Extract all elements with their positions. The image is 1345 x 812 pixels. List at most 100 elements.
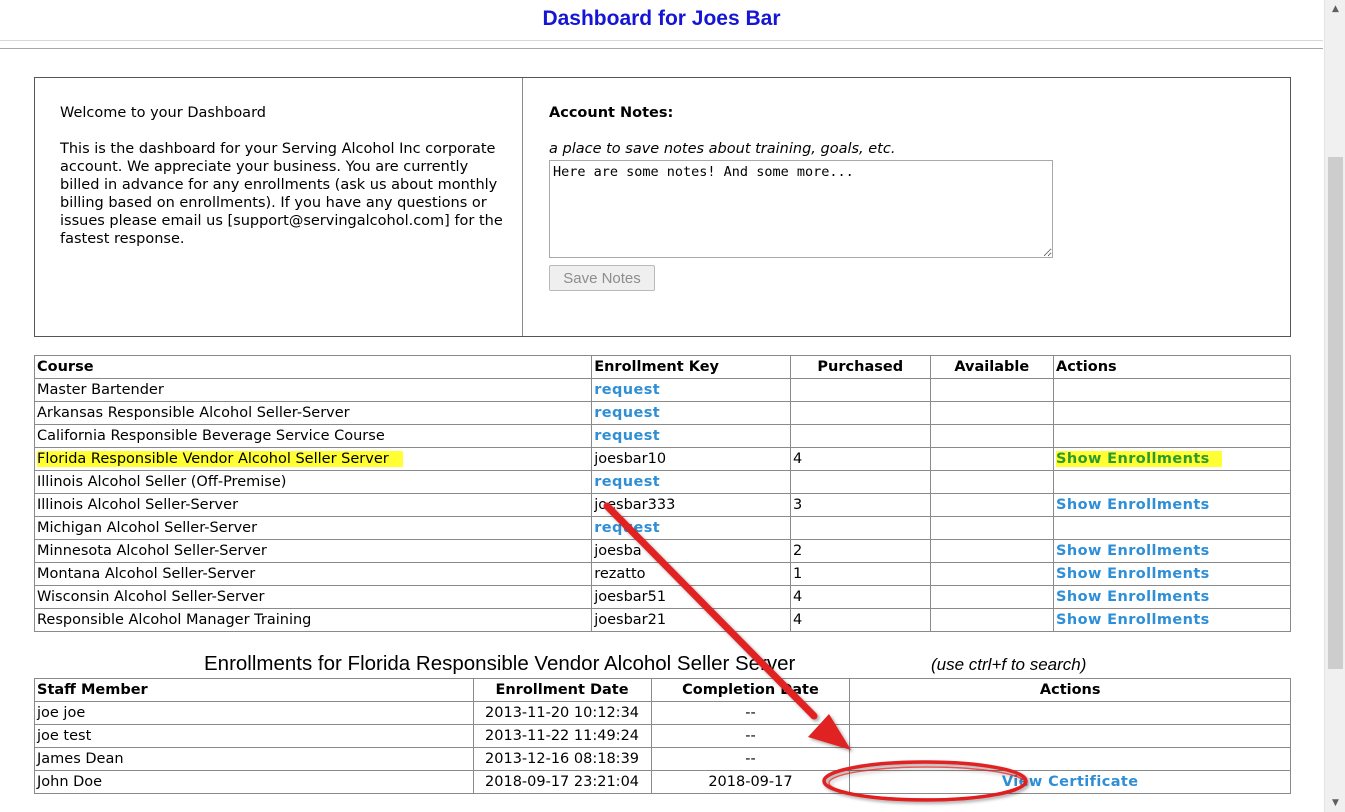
column-header-staff-member: Staff Member [34, 678, 474, 702]
available-count [929, 585, 1055, 609]
column-header-course: Course [33, 355, 593, 379]
enrollment-date: 2018-09-17 23:21:04 [472, 770, 652, 794]
view-certificate-link[interactable]: View Certificate [1002, 774, 1139, 790]
show-enrollments-link[interactable]: Show Enrollments [1056, 497, 1210, 513]
course-actions-cell: Show Enrollments [1053, 608, 1291, 632]
enrollments-table: Staff Member Enrollment Date Completion … [34, 678, 1291, 794]
enrollment-key-cell: request [591, 378, 791, 402]
available-count [929, 401, 1055, 425]
show-enrollments-link[interactable]: Show Enrollments [1056, 612, 1210, 628]
request-key-link[interactable]: request [594, 474, 660, 490]
course-row: Minnesota Alcohol Seller-Server joesba 2 Sh… [33, 539, 1291, 563]
scroll-up-arrow-icon[interactable]: ▲ [1325, 0, 1345, 17]
purchased-count: 3 [789, 493, 931, 517]
course-name-cell: Florida Responsible Vendor Alcohol Selle… [33, 447, 593, 471]
request-key-link[interactable]: request [594, 520, 660, 536]
enrollment-row: James Dean 2013-12-16 08:18:39 -- [34, 747, 1291, 771]
available-count [929, 516, 1055, 540]
course-actions-cell [1053, 401, 1291, 425]
completion-date: 2018-09-17 [650, 770, 851, 794]
available-count [929, 378, 1055, 402]
staff-member-name: James Dean [34, 747, 474, 771]
welcome-text: This is the dashboard for your Serving A… [60, 141, 503, 247]
purchased-count: 2 [789, 539, 931, 563]
enrollment-key: joesba [591, 539, 791, 563]
enrollment-key-cell: request [591, 424, 791, 448]
completion-date: -- [650, 701, 851, 725]
enrollment-date: 2013-11-20 10:12:34 [472, 701, 652, 725]
available-count [929, 539, 1055, 563]
purchased-count [789, 424, 931, 448]
show-enrollments-link[interactable]: Show Enrollments [1056, 589, 1210, 605]
account-notes-panel: Account Notes: a place to save notes abo… [523, 78, 1290, 336]
staff-member-name: John Doe [34, 770, 474, 794]
show-enrollments-link[interactable]: Show Enrollments [1056, 451, 1222, 467]
purchased-count [789, 470, 931, 494]
column-header-actions: Actions [1053, 355, 1291, 379]
show-enrollments-link[interactable]: Show Enrollments [1056, 543, 1210, 559]
purchased-count [789, 378, 931, 402]
scrollbar-thumb[interactable] [1328, 157, 1343, 669]
course-name: Florida Responsible Vendor Alcohol Selle… [37, 451, 403, 467]
enrollment-key-cell: request [591, 516, 791, 540]
course-name: Arkansas Responsible Alcohol Seller-Serv… [33, 401, 593, 425]
available-count [929, 470, 1055, 494]
course-name: Montana Alcohol Seller-Server [33, 562, 593, 586]
request-key-link[interactable]: request [594, 428, 660, 444]
completion-date: -- [650, 724, 851, 748]
enrollments-header-row: Staff Member Enrollment Date Completion … [34, 678, 1291, 702]
course-row: Michigan Alcohol Seller-Server request [33, 516, 1291, 540]
available-count [929, 493, 1055, 517]
column-header-available: Available [929, 355, 1055, 379]
course-name: California Responsible Beverage Service … [33, 424, 593, 448]
course-row: Illinois Alcohol Seller (Off-Premise) req… [33, 470, 1291, 494]
enrollment-key: joesbar333 [591, 493, 791, 517]
course-actions-cell: Show Enrollments [1053, 493, 1291, 517]
available-count [929, 608, 1055, 632]
course-actions-cell: Show Enrollments [1053, 562, 1291, 586]
enrollment-key: joesbar21 [591, 608, 791, 632]
course-row: Arkansas Responsible Alcohol Seller-Serv… [33, 401, 1291, 425]
account-notes-title: Account Notes: [549, 105, 674, 121]
courses-table: Course Enrollment Key Purchased Availabl… [33, 355, 1291, 632]
show-enrollments-link[interactable]: Show Enrollments [1056, 566, 1210, 582]
course-name: Illinois Alcohol Seller (Off-Premise) [33, 470, 593, 494]
course-actions-cell [1053, 378, 1291, 402]
page-header: Dashboard for Joes Bar [0, 0, 1323, 41]
scroll-down-arrow-icon[interactable]: ▼ [1325, 795, 1345, 812]
account-notes-subtitle: a place to save notes about training, go… [549, 141, 896, 157]
request-key-link[interactable]: request [594, 405, 660, 421]
available-count [929, 562, 1055, 586]
purchased-count: 4 [789, 585, 931, 609]
course-row: Montana Alcohol Seller-Server rezatto 1 Sho… [33, 562, 1291, 586]
request-key-link[interactable]: request [594, 382, 660, 398]
vertical-scrollbar[interactable]: ▲ ▼ [1324, 0, 1345, 812]
course-actions-cell: Show Enrollments [1053, 539, 1291, 563]
enrollment-key: joesbar10 [591, 447, 791, 471]
enrollment-row: John Doe 2018-09-17 23:21:04 2018-09-17 Vie… [34, 770, 1291, 794]
course-actions-cell: Show Enrollments [1053, 447, 1291, 471]
enrollment-actions-cell: View Certificate [849, 770, 1291, 794]
available-count [929, 447, 1055, 471]
enrollment-actions-cell [849, 747, 1291, 771]
purchased-count: 4 [789, 608, 931, 632]
enrollments-table-body: joe joe 2013-11-20 10:12:34 -- joe test 2013… [34, 701, 1291, 794]
enrollment-key-cell: request [591, 401, 791, 425]
account-notes-textarea[interactable]: Here are some notes! And some more... [549, 160, 1053, 258]
course-actions-cell [1053, 516, 1291, 540]
enrollment-actions-cell [849, 724, 1291, 748]
course-name: Master Bartender [33, 378, 593, 402]
column-header-enrollment-key: Enrollment Key [591, 355, 791, 379]
header-divider [0, 48, 1323, 49]
welcome-panel: Welcome to your Dashboard This is the da… [35, 78, 523, 336]
course-row: Wisconsin Alcohol Seller-Server joesbar51… [33, 585, 1291, 609]
enrollment-date: 2013-11-22 11:49:24 [472, 724, 652, 748]
save-notes-button[interactable]: Save Notes [549, 265, 655, 291]
enrollment-key: rezatto [591, 562, 791, 586]
column-header-completion-date: Completion Date [650, 678, 851, 702]
enrollment-row: joe test 2013-11-22 11:49:24 -- [34, 724, 1291, 748]
enrollments-title: Enrollments for Florida Responsible Vend… [204, 652, 796, 675]
course-row: Master Bartender request [33, 378, 1291, 402]
course-name: Wisconsin Alcohol Seller-Server [33, 585, 593, 609]
course-row: California Responsible Beverage Service … [33, 424, 1291, 448]
